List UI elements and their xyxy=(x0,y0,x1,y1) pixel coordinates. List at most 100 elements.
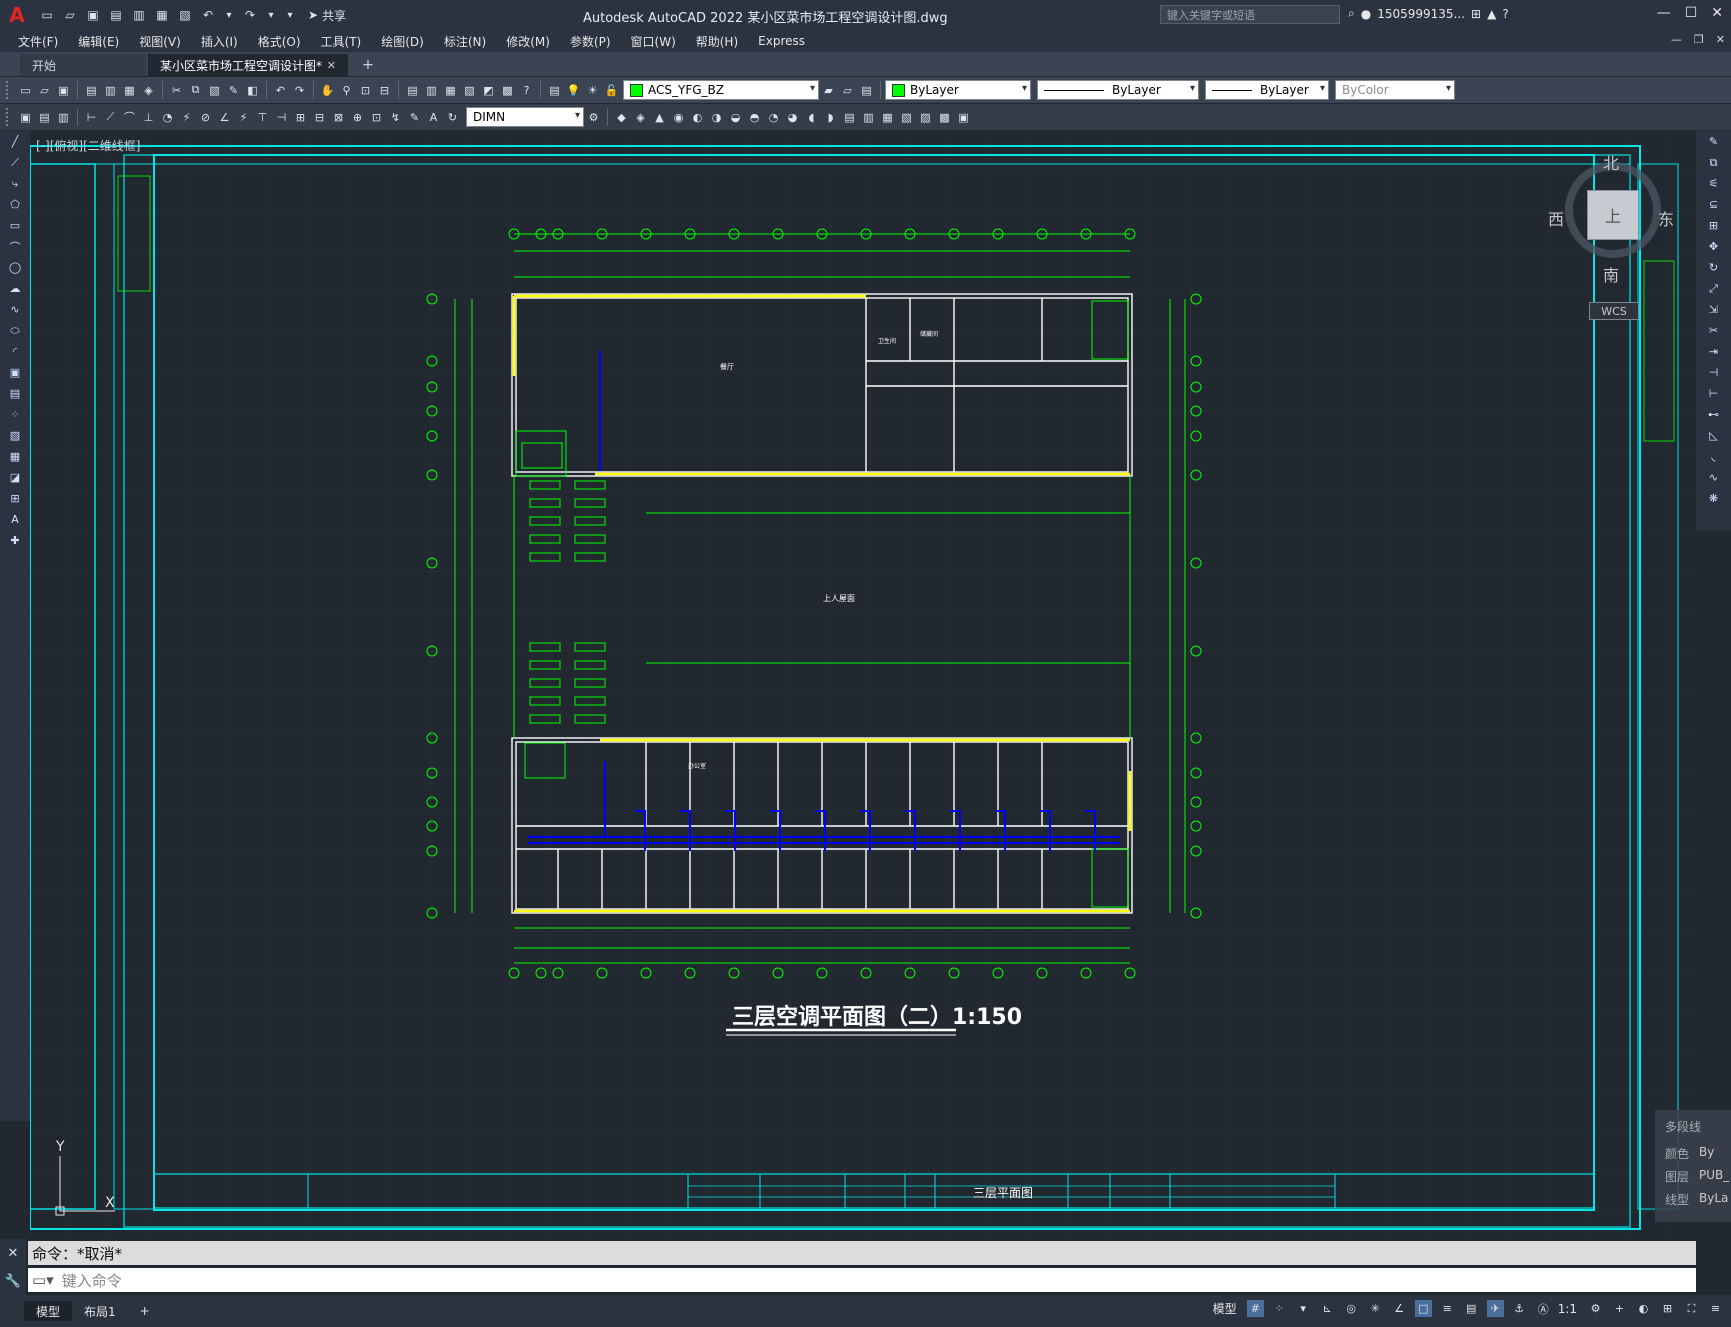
properties-icon[interactable]: ▤ xyxy=(404,82,421,99)
object-snap-tracking-icon[interactable]: ∠ xyxy=(1391,1300,1408,1317)
menu-window[interactable]: 窗口(W) xyxy=(621,33,686,50)
lineweight-icon[interactable]: ≡ xyxy=(1439,1300,1456,1317)
inspection-icon[interactable]: ⊡ xyxy=(368,109,385,126)
camera-icon[interactable]: ▣ xyxy=(955,109,972,126)
quickcalc-icon[interactable]: ▩ xyxy=(499,82,516,99)
join-icon[interactable]: ⊷ xyxy=(1705,406,1722,423)
autocad-logo-icon[interactable]: A xyxy=(4,2,30,28)
quick-dim-icon[interactable]: ⚡ xyxy=(235,109,252,126)
union-icon[interactable]: ◒ xyxy=(727,109,744,126)
isodraft-icon[interactable]: ✳ xyxy=(1367,1300,1384,1317)
insert-block-icon[interactable]: ▣ xyxy=(7,364,24,381)
menu-modify[interactable]: 修改(M) xyxy=(496,33,560,50)
continue-dim-icon[interactable]: ⊣ xyxy=(273,109,290,126)
region-icon[interactable]: ◪ xyxy=(7,469,24,486)
markup-icon[interactable]: ◩ xyxy=(480,82,497,99)
viewcube-west[interactable]: 西 xyxy=(1548,206,1564,230)
open-icon[interactable]: ▱ xyxy=(36,82,53,99)
block-editor-icon[interactable]: ◧ xyxy=(244,82,261,99)
new-tab-button[interactable]: + xyxy=(356,54,380,76)
dim-edit-icon[interactable]: ✎ xyxy=(406,109,423,126)
radius-dim-icon[interactable]: ◔ xyxy=(159,109,176,126)
help-icon[interactable]: ? xyxy=(1502,7,1508,21)
layer-on-icon[interactable]: 💡 xyxy=(565,82,582,99)
visual-style-icon[interactable]: ▦ xyxy=(879,109,896,126)
autodesk-app-icon[interactable]: ▲ xyxy=(1487,7,1496,21)
loft-icon[interactable]: ◑ xyxy=(708,109,725,126)
dim-update-icon[interactable]: ↻ xyxy=(444,109,461,126)
jogged-dim-icon[interactable]: ⚡ xyxy=(178,109,195,126)
redo-icon[interactable]: ↷ xyxy=(291,82,308,99)
dimstyle-manager-icon[interactable]: ⚙ xyxy=(585,109,602,126)
linear-dim-icon[interactable]: ⊢ xyxy=(83,109,100,126)
layout-icon[interactable]: ▥ xyxy=(55,109,72,126)
user-icon[interactable]: ● xyxy=(1361,7,1371,21)
extend-icon[interactable]: ⇥ xyxy=(1705,343,1722,360)
break-at-point-icon[interactable]: ⊣ xyxy=(1705,364,1722,381)
design-center-icon[interactable]: ▥ xyxy=(423,82,440,99)
jogged-linear-icon[interactable]: ↯ xyxy=(387,109,404,126)
redo-icon[interactable]: ↷ xyxy=(241,6,259,24)
undo-icon[interactable]: ↶ xyxy=(272,82,289,99)
qp-color-value[interactable]: By xyxy=(1699,1145,1714,1159)
menu-edit[interactable]: 编辑(E) xyxy=(68,33,129,50)
tab-start[interactable]: 开始 xyxy=(20,54,146,76)
move-icon[interactable]: ✥ xyxy=(1705,238,1722,255)
new-file-icon[interactable]: ▭ xyxy=(38,6,56,24)
viewcube-north[interactable]: 北 xyxy=(1603,150,1619,174)
grid-icon[interactable]: # xyxy=(1246,1300,1264,1317)
viewcube-top-face[interactable]: 上 xyxy=(1587,190,1639,240)
baseline-dim-icon[interactable]: ⊤ xyxy=(254,109,271,126)
qp-linetype-value[interactable]: ByLa xyxy=(1699,1191,1728,1205)
drawing-canvas[interactable]: 三层平面图 餐厅 上人屋面 办公室 卫生间 储藏间 三层空调平面图（二）1:15… xyxy=(29,131,1696,1237)
3d-orbit-icon[interactable]: ◈ xyxy=(632,109,649,126)
viewcube[interactable]: 北 南 西 东 上 xyxy=(1540,150,1674,320)
doc-close-icon[interactable]: ✕ xyxy=(1716,33,1725,46)
menu-view[interactable]: 视图(V) xyxy=(129,33,191,50)
sheet-set-icon[interactable]: ▧ xyxy=(461,82,478,99)
clean-screen-icon[interactable]: ⛶ xyxy=(1683,1300,1700,1317)
ellipse-arc-icon[interactable]: ◜ xyxy=(7,343,24,360)
construction-line-icon[interactable]: ⟋ xyxy=(7,154,24,171)
polyline-icon[interactable]: ⤷ xyxy=(7,175,24,192)
slice-icon[interactable]: ◗ xyxy=(822,109,839,126)
tab-layout1[interactable]: 布局1 xyxy=(72,1301,128,1321)
solid-edit-icon[interactable]: ▥ xyxy=(860,109,877,126)
menu-help[interactable]: 帮助(H) xyxy=(686,33,748,50)
menu-file[interactable]: 文件(F) xyxy=(0,33,68,50)
polar-icon[interactable]: ◎ xyxy=(1343,1300,1360,1317)
add-layout-button[interactable]: + xyxy=(128,1301,162,1321)
hardware-acceleration-icon[interactable]: ⊞ xyxy=(1659,1300,1676,1317)
snap-icon[interactable]: ⁘ xyxy=(1271,1300,1288,1317)
dimstyle-dropdown[interactable]: DIMN ▾ xyxy=(466,107,584,127)
intersect-icon[interactable]: ◔ xyxy=(765,109,782,126)
redo-dropdown-icon[interactable]: ▾ xyxy=(264,8,278,22)
viewcube-east[interactable]: 东 xyxy=(1658,206,1674,230)
plot-icon[interactable]: ▧ xyxy=(176,6,194,24)
offset-icon[interactable]: ⊆ xyxy=(1705,196,1722,213)
circle-icon[interactable]: ◯ xyxy=(7,259,24,276)
annotation-scale[interactable]: 1:1 xyxy=(1558,1302,1577,1316)
object-snap-icon[interactable]: □ xyxy=(1414,1300,1432,1317)
menu-dimension[interactable]: 标注(N) xyxy=(434,33,496,50)
revolve-icon[interactable]: ◉ xyxy=(670,109,687,126)
zoom-window-icon[interactable]: ⊡ xyxy=(357,82,374,99)
line-icon[interactable]: ╱ xyxy=(7,133,24,150)
add-selected-icon[interactable]: ✚ xyxy=(7,532,24,549)
gear-icon[interactable]: ⚙ xyxy=(1587,1300,1604,1317)
table-icon[interactable]: ⊞ xyxy=(7,490,24,507)
layer-state-icon[interactable]: ▤ xyxy=(858,82,875,99)
minimize-icon[interactable]: — xyxy=(1657,5,1671,21)
transparency-icon[interactable]: ▤ xyxy=(1463,1300,1480,1317)
arc-length-dim-icon[interactable]: ⌒ xyxy=(121,109,138,126)
model-space-toggle[interactable]: 模型 xyxy=(1213,1300,1237,1317)
sweep-icon[interactable]: ◐ xyxy=(689,109,706,126)
linetype-dropdown[interactable]: ByLayer ▾ xyxy=(1037,80,1199,100)
revision-cloud-icon[interactable]: ☁ xyxy=(7,280,24,297)
menu-parametric[interactable]: 参数(P) xyxy=(560,33,621,50)
tolerance-icon[interactable]: ⊠ xyxy=(330,109,347,126)
scale-icon[interactable]: ⤢ xyxy=(1705,280,1722,297)
subtract-icon[interactable]: ◓ xyxy=(746,109,763,126)
help-icon[interactable]: ? xyxy=(518,82,535,99)
menu-express[interactable]: Express xyxy=(748,34,815,48)
